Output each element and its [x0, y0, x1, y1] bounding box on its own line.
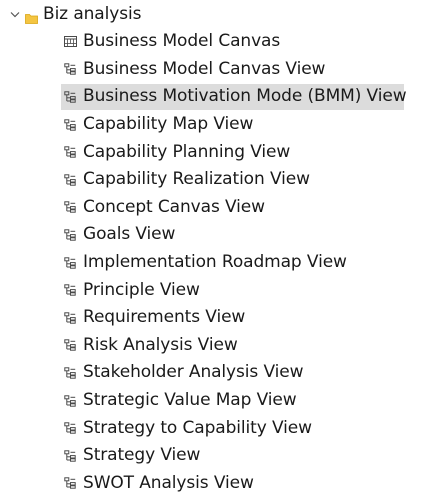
- tree-item-label: Capability Realization View: [83, 169, 310, 190]
- tree-item-label: Strategy View: [83, 445, 201, 466]
- tree-item-label: Requirements View: [83, 307, 246, 328]
- tree-item-label: Business Motivation Mode (BMM) View: [83, 86, 407, 107]
- tree-item-label: Capability Map View: [83, 114, 254, 135]
- tree-item-label: Capability Planning View: [83, 141, 291, 162]
- tree-item[interactable]: Capability Map View: [0, 111, 432, 139]
- tree-node-biz-analysis[interactable]: Biz analysis: [0, 0, 432, 28]
- tree-item[interactable]: Concept Canvas View: [0, 194, 432, 222]
- view-icon: [63, 173, 77, 187]
- tree-item[interactable]: Business Model Canvas: [0, 28, 432, 56]
- tree-item[interactable]: Capability Planning View: [0, 138, 432, 166]
- tree-item[interactable]: Strategic Value Map View: [0, 387, 432, 415]
- tree-item[interactable]: Goals View: [0, 221, 432, 249]
- tree-item-label: Business Model Canvas: [83, 31, 281, 52]
- model-tree: Biz analysis Business Model Canvas Busin…: [0, 0, 432, 497]
- tree-item-label: Business Model Canvas View: [83, 58, 326, 79]
- view-icon: [63, 200, 77, 214]
- view-icon: [63, 421, 77, 435]
- view-icon: [63, 394, 77, 408]
- tree-item[interactable]: Business Motivation Mode (BMM) View: [0, 83, 432, 111]
- tree-item[interactable]: Strategy View: [0, 442, 432, 470]
- view-icon: [63, 338, 77, 352]
- view-icon: [63, 90, 77, 104]
- folder-icon: [25, 9, 38, 24]
- tree-item-label: Implementation Roadmap View: [83, 252, 347, 273]
- view-icon: [63, 449, 77, 463]
- tree-item-label: Risk Analysis View: [83, 334, 238, 355]
- tree-item-label: Goals View: [83, 224, 176, 245]
- tree-item[interactable]: SWOT Analysis View: [0, 470, 432, 497]
- view-icon: [63, 228, 77, 242]
- tree-item-label: Concept Canvas View: [83, 196, 265, 217]
- tree-item[interactable]: Implementation Roadmap View: [0, 249, 432, 277]
- tree-item-label: Stakeholder Analysis View: [83, 362, 304, 383]
- tree-children: Business Model Canvas Business Model Can…: [0, 28, 432, 497]
- tree-item[interactable]: Risk Analysis View: [0, 332, 432, 360]
- view-icon: [63, 118, 77, 132]
- tree-item[interactable]: Business Model Canvas View: [0, 56, 432, 84]
- view-icon: [63, 476, 77, 490]
- view-icon: [63, 366, 77, 380]
- view-icon: [63, 311, 77, 325]
- tree-item-label: Strategy to Capability View: [83, 417, 312, 438]
- tree-item-label: Strategic Value Map View: [83, 390, 297, 411]
- tree-item[interactable]: Capability Realization View: [0, 166, 432, 194]
- view-icon: [63, 256, 77, 270]
- tree-item[interactable]: Principle View: [0, 276, 432, 304]
- view-icon: [63, 145, 77, 159]
- tree-item[interactable]: Stakeholder Analysis View: [0, 359, 432, 387]
- chevron-down-icon[interactable]: [9, 8, 21, 20]
- tree-node-label: Biz analysis: [43, 3, 142, 24]
- tree-item[interactable]: Requirements View: [0, 304, 432, 332]
- tree-item-label: Principle View: [83, 279, 200, 300]
- view-icon: [63, 283, 77, 297]
- tree-item[interactable]: Strategy to Capability View: [0, 414, 432, 442]
- view-icon: [63, 62, 77, 76]
- tree-item-label: SWOT Analysis View: [83, 472, 254, 493]
- canvas-icon: [63, 35, 77, 49]
